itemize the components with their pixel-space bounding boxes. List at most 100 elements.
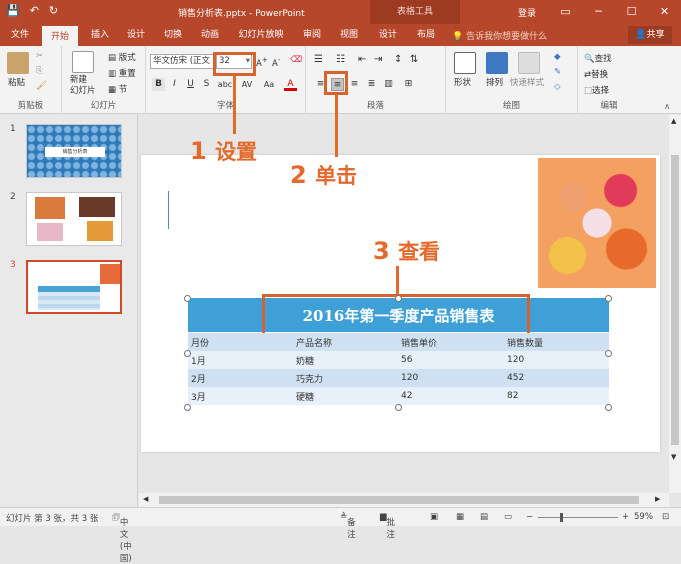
reading-view-icon[interactable]: ▤ [480,512,488,522]
minimize-icon[interactable]: ─ [582,0,615,24]
table-cell[interactable]: 巧克力 [293,369,398,387]
arrange-icon[interactable] [486,52,508,74]
login-link[interactable]: 登录 [518,6,536,19]
align-right-icon[interactable]: ≡ [348,78,361,91]
table-cell[interactable]: 120 [398,369,504,387]
change-case-icon[interactable]: Aa [260,78,278,91]
collapse-ribbon-icon[interactable]: ∧ [664,102,670,112]
reset-button[interactable]: ▥ 重置 [108,67,136,79]
resize-handle[interactable] [605,350,612,357]
resize-handle[interactable] [605,295,612,302]
strikethrough-icon[interactable]: abc [216,78,234,91]
new-slide-icon[interactable] [72,51,94,73]
shape-outline-icon[interactable]: ✎ [554,67,561,77]
table-cell[interactable]: 奶糖 [293,351,398,369]
scroll-up-icon[interactable]: ▲ [671,117,676,125]
shape-label[interactable]: 形状 [454,76,471,88]
tab-insert[interactable]: 插入 [86,24,114,46]
copy-icon[interactable]: ⎘ [36,66,43,76]
language[interactable]: 🗊 中文(中国) [112,512,132,564]
tab-view[interactable]: 视图 [335,24,363,46]
font-color-icon[interactable]: A [284,78,297,91]
slide-thumbnail-2[interactable] [26,192,122,246]
close-icon[interactable]: ✕ [648,0,681,24]
scroll-left-icon[interactable]: ◀ [143,495,148,503]
cut-icon[interactable]: ✂ [36,51,43,61]
scroll-right-icon[interactable]: ▶ [655,495,660,503]
scroll-down-icon[interactable]: ▼ [671,453,676,461]
increase-indent-icon[interactable]: ⇥ [374,54,382,65]
tab-file[interactable]: 文件 [6,24,34,46]
tab-animations[interactable]: 动画 [196,24,224,46]
slideshow-icon[interactable]: ▭ [504,512,512,522]
maximize-icon[interactable]: ☐ [615,0,648,24]
table-header-cell[interactable]: 销售单价 [398,333,504,351]
table-header-cell[interactable]: 销售数量 [504,333,609,351]
comments-button[interactable]: ▆ 批注 [380,512,395,540]
scroll-thumb[interactable] [671,155,679,445]
resize-handle[interactable] [395,295,402,302]
notes-button[interactable]: ≜ 备注 [340,512,356,540]
shrink-font-icon[interactable]: A- [272,55,280,69]
table-cell[interactable]: 1月 [188,351,293,369]
tell-me-box[interactable]: 💡 告诉我你想要做什么 [452,29,547,42]
tab-slideshow[interactable]: 幻灯片放映 [233,24,289,46]
zoom-out-icon[interactable]: − [526,512,533,522]
columns-icon[interactable]: ▥ [382,78,395,91]
scroll-thumb[interactable] [159,496,639,504]
table-cell[interactable]: 3月 [188,387,293,405]
table-header-cell[interactable]: 产品名称 [293,333,398,351]
new-slide-button[interactable]: 新建 幻灯片 [70,75,96,97]
zoom-slider-thumb[interactable] [560,513,563,522]
quick-styles-icon[interactable] [518,52,540,74]
shapes-icon[interactable] [454,52,476,74]
ribbon-options-icon[interactable]: ▭ [549,0,582,24]
tab-review[interactable]: 审阅 [298,24,326,46]
shape-fill-icon[interactable]: ◆ [554,52,561,62]
slide-thumbnail-1[interactable]: 销售分析表 [26,124,122,178]
line-spacing-icon[interactable]: ↕ [394,54,402,65]
table-cell[interactable]: 42 [398,387,504,405]
char-spacing-icon[interactable]: AV [238,78,256,91]
sales-table[interactable]: 月份 产品名称 销售单价 销售数量 1月 奶糖 56 120 2月 巧克力 12… [188,333,609,405]
zoom-in-icon[interactable]: + [622,512,629,522]
clear-format-icon[interactable]: ⌫ [290,55,302,65]
text-direction-icon[interactable]: ⇅ [410,54,418,65]
table-cell[interactable]: 120 [504,351,609,369]
table-cell[interactable]: 56 [398,351,504,369]
fit-slide-icon[interactable]: ⊡ [662,512,669,522]
table-cell[interactable]: 2月 [188,369,293,387]
layout-button[interactable]: ▤ 版式 [108,51,136,63]
bold-icon[interactable]: B [152,78,165,91]
format-painter-icon[interactable]: 🖌 [36,81,47,91]
zoom-level[interactable]: 59% [634,512,653,522]
replace-button[interactable]: ⇄替换 [584,68,608,80]
zoom-slider[interactable] [538,517,618,518]
tab-table-design[interactable]: 设计 [374,24,402,46]
shadow-icon[interactable]: S [200,78,213,91]
horizontal-scrollbar[interactable]: ◀ ▶ [139,493,669,507]
quick-style-label[interactable]: 快速样式 [510,76,544,88]
table-header-cell[interactable]: 月份 [188,333,293,351]
font-name-box[interactable]: 华文仿宋 (正文 [150,54,214,69]
normal-view-icon[interactable]: ▣ [430,512,438,522]
share-button[interactable]: 👤共享 [628,26,672,44]
table-cell[interactable]: 452 [504,369,609,387]
slide-sorter-icon[interactable]: ▦ [456,512,464,522]
resize-handle[interactable] [184,350,191,357]
resize-handle[interactable] [184,404,191,411]
find-button[interactable]: 🔍查找 [584,52,612,64]
paste-icon[interactable] [7,52,29,74]
tab-design[interactable]: 设计 [122,24,150,46]
underline-icon[interactable]: U [184,78,197,91]
smartart-icon[interactable]: ⊞ [402,78,415,91]
italic-icon[interactable]: I [168,78,181,91]
select-button[interactable]: ⬚选择 [584,84,609,96]
table-cell[interactable]: 硬糖 [293,387,398,405]
numbering-icon[interactable]: ☷ [336,54,345,65]
tab-home[interactable]: 开始 [42,24,78,46]
resize-handle[interactable] [395,404,402,411]
resize-handle[interactable] [184,295,191,302]
undo-icon[interactable]: ↶ [30,4,39,17]
tab-table-layout[interactable]: 布局 [412,24,440,46]
